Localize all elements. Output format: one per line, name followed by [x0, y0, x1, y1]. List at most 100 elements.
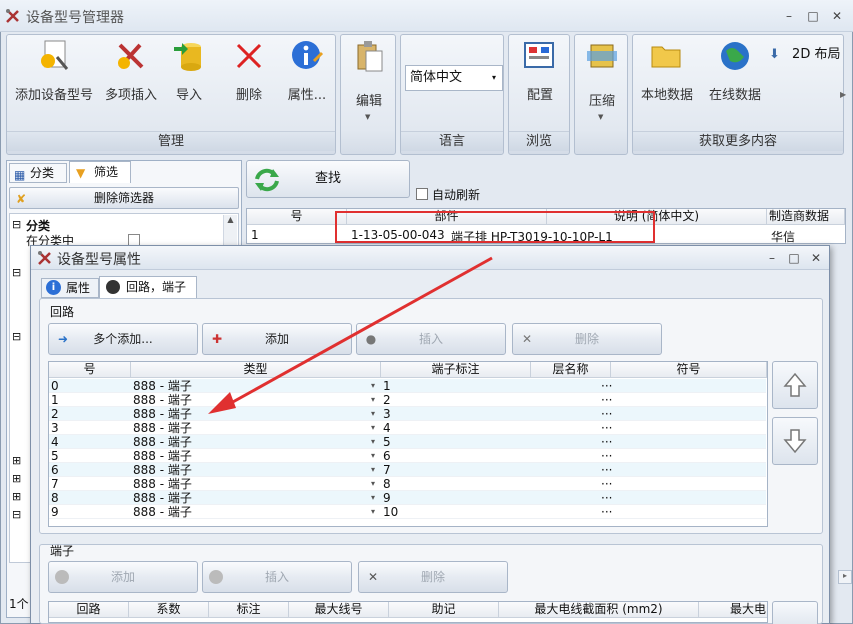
group-language-label: 语言: [401, 131, 503, 151]
properties-button[interactable]: 属性...: [279, 39, 335, 103]
main-scroll-icon[interactable]: ▸: [838, 570, 852, 584]
circuit-layer[interactable]: ···: [601, 463, 612, 477]
compress-dropdown-icon: ▼: [598, 113, 604, 121]
col-circuit-no[interactable]: 号: [49, 362, 131, 378]
circuit-type: 888 - 端子: [133, 505, 192, 519]
multi-insert-icon: [118, 43, 144, 69]
terminal-move-up-button[interactable]: [772, 601, 818, 624]
col-symbol[interactable]: 符号: [611, 362, 767, 378]
group-compress: 压缩 ▼: [574, 34, 628, 155]
edit-button[interactable]: 编辑 ▼: [345, 39, 393, 121]
auto-refresh-checkbox[interactable]: [416, 188, 428, 200]
circuit-no: 2: [51, 407, 59, 421]
tree-expand-icon[interactable]: ⊞: [12, 490, 21, 503]
type-dropdown-icon[interactable]: ▾: [371, 435, 375, 449]
ribbon-scroll-icon[interactable]: ▶: [840, 90, 846, 99]
col-t-label[interactable]: 标注: [209, 602, 289, 618]
circuit-layer[interactable]: ···: [601, 477, 612, 491]
circuit-no: 1: [51, 393, 59, 407]
group-language: 简体中文 ▾ 语言: [400, 34, 504, 155]
minimize-button[interactable]: –: [780, 9, 798, 23]
tree-expand-icon[interactable]: ⊞: [12, 472, 21, 485]
scroll-up-icon[interactable]: ▲: [224, 215, 237, 224]
type-dropdown-icon[interactable]: ▾: [371, 421, 375, 435]
circuit-type: 888 - 端子: [133, 407, 192, 421]
globe-icon: [721, 42, 749, 70]
col-no[interactable]: 号: [247, 209, 347, 225]
type-dropdown-icon[interactable]: ▾: [371, 449, 375, 463]
type-dropdown-icon[interactable]: ▾: [371, 477, 375, 491]
type-dropdown-icon[interactable]: ▾: [371, 505, 375, 519]
terminal-insert-button[interactable]: 插入: [202, 561, 352, 593]
edit-dropdown-icon: ▼: [365, 113, 371, 121]
circuit-type: 888 - 端子: [133, 449, 192, 463]
col-t-max-wire[interactable]: 最大线号: [289, 602, 389, 618]
circuit-type: 888 - 端子: [133, 491, 192, 505]
col-t-max[interactable]: 最大电: [699, 602, 767, 618]
circuit-no: 0: [51, 379, 59, 393]
col-t-factor[interactable]: 系数: [129, 602, 209, 618]
circuit-layer[interactable]: ···: [601, 435, 612, 449]
circuit-layer[interactable]: ···: [601, 449, 612, 463]
language-select[interactable]: 简体中文 ▾: [405, 65, 503, 91]
circuit-layer[interactable]: ···: [601, 379, 612, 393]
type-dropdown-icon[interactable]: ▾: [371, 491, 375, 505]
circuit-layer[interactable]: ···: [601, 407, 612, 421]
circuit-layer[interactable]: ···: [601, 421, 612, 435]
circuit-row[interactable]: 8 888 - 端子 ▾ 9 ···: [49, 491, 766, 505]
col-layer[interactable]: 层名称: [531, 362, 611, 378]
move-up-button[interactable]: [772, 361, 818, 409]
circuit-row[interactable]: 4 888 - 端子 ▾ 5 ···: [49, 435, 766, 449]
find-button[interactable]: 查找: [246, 160, 410, 198]
circuit-row[interactable]: 6 888 - 端子 ▾ 7 ···: [49, 463, 766, 477]
tree-expand-icon[interactable]: ⊟: [12, 508, 21, 521]
move-down-button[interactable]: [772, 417, 818, 465]
maximize-button[interactable]: □: [804, 9, 822, 23]
delete-button[interactable]: 删除: [225, 39, 273, 103]
add-device-button[interactable]: 添加设备型号: [11, 39, 97, 103]
delete-circuit-button[interactable]: ✕ 删除: [512, 323, 662, 355]
dialog-minimize-button[interactable]: –: [763, 251, 781, 265]
circuit-layer[interactable]: ···: [601, 491, 612, 505]
col-t-circuit[interactable]: 回路: [49, 602, 129, 618]
tree-expand-icon[interactable]: ⊞: [12, 454, 21, 467]
circuit-type: 888 - 端子: [133, 477, 192, 491]
delete-filter-button[interactable]: ✘ 删除筛选器: [9, 187, 239, 209]
dialog-tools-icon: [38, 251, 51, 265]
multi-add-button[interactable]: ➜ 多个添加...: [48, 323, 198, 355]
circuit-layer[interactable]: ···: [601, 505, 612, 519]
circuit-row[interactable]: 3 888 - 端子 ▾ 4 ···: [49, 421, 766, 435]
type-dropdown-icon[interactable]: ▾: [371, 463, 375, 477]
import-button[interactable]: 导入: [165, 39, 213, 103]
dialog-close-button[interactable]: ✕: [807, 251, 825, 265]
tab-properties[interactable]: i 属性: [41, 278, 99, 298]
compress-button[interactable]: 压缩 ▼: [577, 39, 627, 121]
tab-circuit-terminal[interactable]: 回路，端子: [99, 276, 197, 298]
terminal-delete-button[interactable]: ✕ 删除: [358, 561, 508, 593]
terminal-section-label: 端子: [50, 544, 75, 558]
local-data-button[interactable]: 本地数据: [635, 39, 699, 103]
tree-expand-icon[interactable]: ⊟: [12, 218, 21, 231]
col-t-max-cross[interactable]: 最大电线截面积 (mm2): [499, 602, 699, 618]
circuit-row[interactable]: 7 888 - 端子 ▾ 8 ···: [49, 477, 766, 491]
layout-2d-button[interactable]: ⬇ 2D 布局: [769, 43, 840, 62]
tab-filter[interactable]: ▼ 筛选: [69, 161, 131, 183]
tree-expand-icon[interactable]: ⊟: [12, 266, 21, 279]
delete-icon: [236, 43, 262, 69]
terminal-grid: 回路 系数 标注 最大线号 助记 最大电线截面积 (mm2) 最大电: [48, 601, 768, 623]
config-button[interactable]: 配置: [515, 39, 565, 103]
circuit-row[interactable]: 5 888 - 端子 ▾ 6 ···: [49, 449, 766, 463]
close-button[interactable]: ✕: [828, 9, 846, 23]
annotation-arrow: [208, 256, 493, 414]
tab-category[interactable]: ▦ 分类: [9, 163, 67, 183]
tree-expand-icon[interactable]: ⊟: [12, 330, 21, 343]
terminal-add-button[interactable]: 添加: [48, 561, 198, 593]
dialog-maximize-button[interactable]: □: [785, 251, 803, 265]
col-mfr[interactable]: 制造商数据: [767, 209, 845, 225]
circuit-layer[interactable]: ···: [601, 393, 612, 407]
circuit-row[interactable]: 9 888 - 端子 ▾ 10 ···: [49, 505, 766, 519]
col-t-mnemonic[interactable]: 助记: [389, 602, 499, 618]
multi-insert-button[interactable]: 多项插入: [99, 39, 163, 103]
circuit-no: 9: [51, 505, 59, 519]
online-data-button[interactable]: 在线数据: [703, 39, 767, 103]
